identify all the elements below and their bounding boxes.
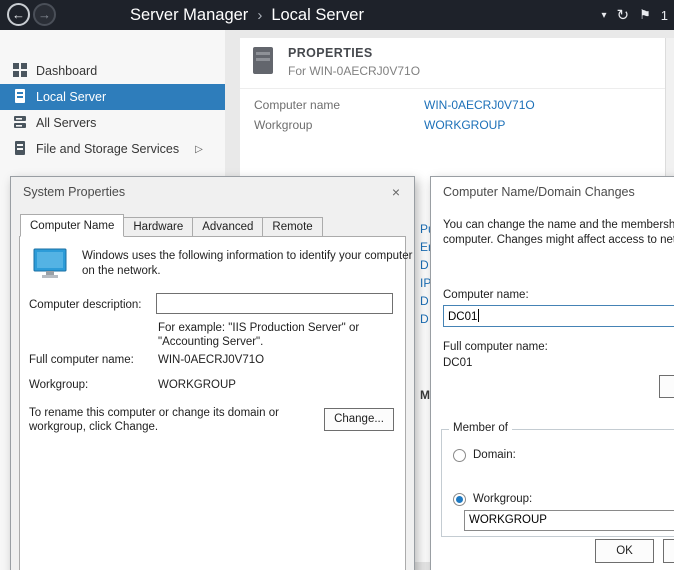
back-arrow-icon: ← <box>12 7 25 22</box>
refresh-icon[interactable]: ↻ <box>617 6 630 24</box>
workgroup-input[interactable]: WORKGROUP <box>464 510 674 531</box>
computer-name-label: Computer name: <box>443 289 529 301</box>
property-label: Workgroup <box>254 118 312 132</box>
computer-name-domain-changes-dialog: Computer Name/Domain Changes You can cha… <box>430 176 674 570</box>
server-tile-icon <box>253 47 273 74</box>
servers-stack-icon <box>13 115 27 132</box>
ok-button[interactable]: OK <box>595 539 654 563</box>
property-value-link[interactable]: WIN-0AECRJ0V71O <box>424 98 535 112</box>
dashboard-grid-icon <box>13 63 27 80</box>
example-text: For example: "IIS Production Server" or <box>158 322 359 334</box>
tab-advanced[interactable]: Advanced <box>192 217 263 237</box>
chevron-down-icon[interactable]: ▾ <box>602 10 607 21</box>
property-value-link[interactable]: WORKGROUP <box>424 118 505 132</box>
cancel-button-clipped[interactable] <box>663 539 674 563</box>
tab-computer-name[interactable]: Computer Name <box>20 214 124 237</box>
sidebar-item-label: All Servers <box>36 116 96 130</box>
more-button-clipped[interactable] <box>659 375 674 398</box>
server-icon <box>13 89 27 106</box>
computer-name-input[interactable]: DC01 <box>443 305 674 327</box>
sidebar-item-label: Local Server <box>36 90 106 104</box>
intro-text: Windows uses the following information t… <box>82 250 412 262</box>
topbar: ← → Server Manager › Local Server ▾ ↻ ⚑ 1 <box>0 0 674 30</box>
rename-hint-text: workgroup, click Change. <box>29 421 158 433</box>
sidebar-item-all-servers[interactable]: All Servers <box>0 110 225 136</box>
full-computer-name-value: WIN-0AECRJ0V71O <box>158 354 264 366</box>
intro-text: on the network. <box>82 265 161 277</box>
notifications-flag-icon[interactable]: ⚑ <box>639 7 651 23</box>
sidebar-item-label: File and Storage Services <box>36 142 179 156</box>
full-computer-name-label: Full computer name: <box>443 341 548 353</box>
workgroup-label: Workgroup: <box>29 379 88 391</box>
sidebar-item-file-storage-services[interactable]: File and Storage Services ▷ <box>0 136 225 162</box>
computer-description-label: Computer description: <box>29 299 142 311</box>
close-icon[interactable]: × <box>386 182 406 202</box>
sidebar-item-dashboard[interactable]: Dashboard <box>0 58 225 84</box>
dialog-title: System Properties <box>23 177 125 207</box>
notification-count-badge[interactable]: 1 <box>661 8 668 23</box>
monitor-icon <box>32 247 70 286</box>
workgroup-radio[interactable] <box>453 493 466 506</box>
computer-name-value: DC01 <box>448 311 477 323</box>
workgroup-radio-label[interactable]: Workgroup: <box>473 493 532 505</box>
topbar-actions: ▾ ↻ ⚑ 1 <box>602 0 669 30</box>
back-button[interactable]: ← <box>7 3 30 26</box>
full-computer-name-value: DC01 <box>443 357 472 369</box>
computer-description-input[interactable] <box>156 293 393 314</box>
file-storage-icon <box>13 141 27 158</box>
breadcrumb: Server Manager › Local Server <box>130 0 364 30</box>
intro-text: You can change the name and the membersh… <box>443 219 674 231</box>
domain-radio-label[interactable]: Domain: <box>473 449 516 461</box>
sidebar-spacer <box>0 30 225 58</box>
forward-button[interactable]: → <box>33 3 56 26</box>
system-properties-dialog: System Properties × Computer Name Hardwa… <box>10 176 415 570</box>
member-of-label: Member of <box>449 422 512 434</box>
clipped-property-text: M <box>420 388 430 402</box>
intro-text: computer. Changes might affect access to… <box>443 234 674 246</box>
clipped-property-text: D <box>420 312 429 326</box>
sidebar-item-label: Dashboard <box>36 64 97 78</box>
property-row-computer-name: Computer name WIN-0AECRJ0V71O <box>254 98 656 112</box>
tab-strip: Computer Name Hardware Advanced Remote <box>20 214 322 237</box>
text-cursor <box>478 309 479 322</box>
tab-remote[interactable]: Remote <box>262 217 322 237</box>
breadcrumb-separator-icon: › <box>257 7 262 24</box>
property-label: Computer name <box>254 98 340 112</box>
clipped-property-text: D <box>420 258 429 272</box>
workgroup-value: WORKGROUP <box>158 379 236 391</box>
page-title: Local Server <box>271 6 364 24</box>
domain-radio[interactable] <box>453 449 466 462</box>
full-computer-name-label: Full computer name: <box>29 354 134 366</box>
properties-title: PROPERTIES <box>288 46 373 60</box>
computer-name-tab-page: Windows uses the following information t… <box>19 236 406 570</box>
dialog-title: Computer Name/Domain Changes <box>443 177 635 207</box>
change-button[interactable]: Change... <box>324 408 394 431</box>
app-title[interactable]: Server Manager <box>130 6 248 24</box>
divider <box>240 88 666 89</box>
sidebar-item-local-server[interactable]: Local Server <box>0 84 225 110</box>
example-text: "Accounting Server". <box>158 336 263 348</box>
rename-hint-text: To rename this computer or change its do… <box>29 407 279 419</box>
properties-subtitle: For WIN-0AECRJ0V71O <box>288 64 420 78</box>
chevron-right-icon[interactable]: ▷ <box>195 144 203 155</box>
server-manager-window: ← → Server Manager›Local Server ▾ ↻ ⚑ 1 … <box>0 0 674 570</box>
forward-arrow-icon: → <box>38 7 51 22</box>
property-row-workgroup: Workgroup WORKGROUP <box>254 118 656 132</box>
clipped-property-text: D <box>420 294 429 308</box>
workgroup-value: WORKGROUP <box>469 514 547 526</box>
tab-hardware[interactable]: Hardware <box>123 217 193 237</box>
